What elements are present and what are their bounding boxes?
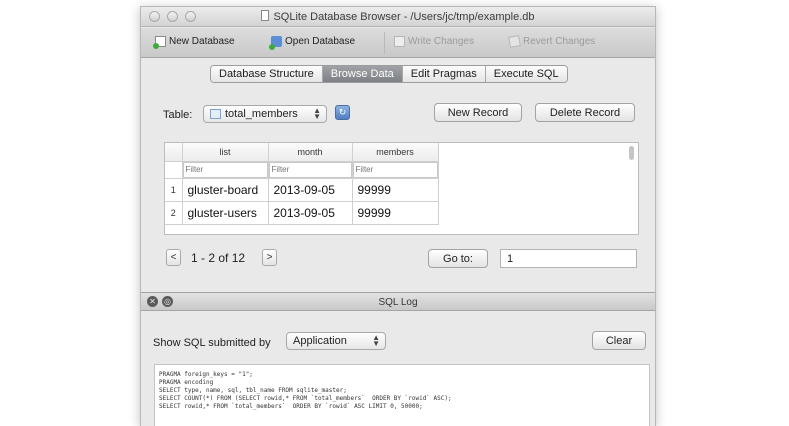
select-arrows-icon: ▲ ▼ <box>313 106 321 121</box>
write-changes-icon <box>394 36 405 47</box>
new-database-icon <box>153 36 166 49</box>
table-cell[interactable]: 99999 <box>352 178 439 202</box>
row-number: 2 <box>165 201 183 225</box>
filter-list-input[interactable] <box>182 161 268 178</box>
sql-log-line: PRAGMA foreign_keys = "1"; <box>159 371 253 378</box>
previous-page-button[interactable]: < <box>166 249 181 266</box>
goto-button[interactable]: Go to: <box>428 249 488 268</box>
toolbar: New Database Open Database Write Changes… <box>141 28 655 58</box>
document-icon <box>261 10 270 21</box>
window-title: SQLite Database Browser - /Users/jc/tmp/… <box>141 10 655 23</box>
sql-log-line: PRAGMA encoding <box>159 379 214 386</box>
table-select[interactable]: total_members ▲ ▼ <box>203 105 327 123</box>
tab-browse-data[interactable]: Browse Data <box>322 66 403 82</box>
filter-members-input[interactable] <box>352 161 438 178</box>
open-database-button[interactable]: Open Database <box>269 36 356 50</box>
filter-row <box>165 161 439 179</box>
toolbar-divider <box>384 32 385 54</box>
table-row[interactable]: 2 gluster-users 2013-09-05 99999 <box>165 201 439 225</box>
select-arrows-icon: ▲ ▼ <box>372 333 380 348</box>
table-cell[interactable]: 2013-09-05 <box>268 178 353 202</box>
show-sql-label: Show SQL submitted by <box>153 337 271 349</box>
data-table: list month members 1 gluster-board 2013-… <box>165 143 439 225</box>
goto-input[interactable]: 1 <box>500 249 637 268</box>
table-cell[interactable]: 99999 <box>352 201 439 225</box>
table-label: Table: <box>163 109 193 121</box>
sql-source-value: Application <box>293 335 347 347</box>
table-cell[interactable]: gluster-users <box>182 201 269 225</box>
sql-source-select[interactable]: Application ▲ ▼ <box>286 332 386 350</box>
new-database-button[interactable]: New Database <box>153 36 235 49</box>
sql-log-line: SELECT rowid,* FROM `total_members` ORDE… <box>159 403 423 410</box>
clear-log-button[interactable]: Clear <box>592 331 646 350</box>
tab-database-structure[interactable]: Database Structure <box>211 66 323 82</box>
revert-changes-label: Revert Changes <box>523 36 596 47</box>
filter-rownum <box>165 161 183 179</box>
grid-scrollbar[interactable] <box>629 146 634 160</box>
sql-log-text[interactable]: PRAGMA foreign_keys = "1"; PRAGMA encodin… <box>154 364 650 426</box>
next-page-button[interactable]: > <box>262 249 277 266</box>
table-row[interactable]: 1 gluster-board 2013-09-05 99999 <box>165 178 439 202</box>
filter-month-cell <box>268 161 353 179</box>
column-header-list[interactable]: list <box>182 143 269 162</box>
sql-log-header: ✕ ◎ SQL Log <box>141 292 655 311</box>
new-record-button[interactable]: New Record <box>434 103 522 122</box>
open-database-icon <box>269 36 282 50</box>
app-window: SQLite Database Browser - /Users/jc/tmp/… <box>140 6 656 426</box>
revert-changes-icon <box>508 35 521 48</box>
column-header-month[interactable]: month <box>268 143 353 162</box>
column-header-members[interactable]: members <box>352 143 439 162</box>
table-icon <box>210 109 221 119</box>
row-number: 1 <box>165 178 183 202</box>
page-info: 1 - 2 of 12 <box>191 251 246 265</box>
refresh-icon[interactable]: ↻ <box>335 105 350 120</box>
filter-members-cell <box>352 161 439 179</box>
tab-edit-pragmas[interactable]: Edit Pragmas <box>402 66 486 82</box>
delete-record-button[interactable]: Delete Record <box>535 103 635 122</box>
filter-list-cell <box>182 161 269 179</box>
filter-month-input[interactable] <box>268 161 352 178</box>
revert-changes-button[interactable]: Revert Changes <box>508 35 596 48</box>
title-bar: SQLite Database Browser - /Users/jc/tmp/… <box>141 7 655 27</box>
table-cell[interactable]: 2013-09-05 <box>268 201 353 225</box>
sql-log-line: SELECT type, name, sql, tbl_name FROM sq… <box>159 387 347 394</box>
window-title-text: SQLite Database Browser - /Users/jc/tmp/… <box>273 11 535 23</box>
main-tabs: Database Structure Browse Data Edit Prag… <box>210 65 568 83</box>
tab-execute-sql[interactable]: Execute SQL <box>485 66 567 82</box>
write-changes-label: Write Changes <box>408 36 474 47</box>
table-cell[interactable]: gluster-board <box>182 178 269 202</box>
rownum-header <box>165 143 183 162</box>
header-row: list month members <box>165 143 439 162</box>
new-database-label: New Database <box>169 36 235 47</box>
sql-log-title: SQL Log <box>378 297 418 308</box>
data-grid: list month members 1 gluster-board 2013-… <box>164 142 639 235</box>
open-database-label: Open Database <box>285 36 356 47</box>
write-changes-button[interactable]: Write Changes <box>394 36 474 47</box>
table-select-value: total_members <box>225 108 298 120</box>
sql-log-line: SELECT COUNT(*) FROM (SELECT rowid,* FRO… <box>159 395 452 402</box>
